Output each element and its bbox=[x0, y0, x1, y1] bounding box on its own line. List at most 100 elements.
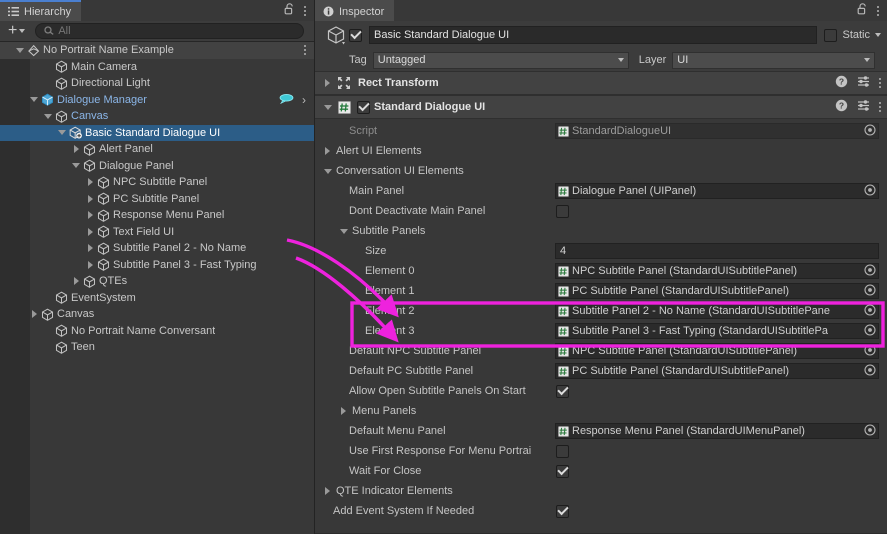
chevron-right-icon[interactable]: › bbox=[302, 94, 306, 106]
object-field-element-2[interactable]: Subtitle Panel 2 - No Name (StandardUISu… bbox=[555, 303, 879, 319]
preset-icon[interactable] bbox=[857, 99, 870, 115]
object-picker-icon[interactable] bbox=[864, 324, 876, 338]
hierarchy-item-qtes[interactable]: QTEs bbox=[0, 273, 314, 290]
object-picker-icon[interactable] bbox=[864, 424, 876, 438]
component-enabled-checkbox[interactable] bbox=[357, 100, 370, 114]
hierarchy-item-directional-light[interactable]: Directional Light bbox=[0, 75, 314, 92]
inspector-tabbar: Inspector bbox=[315, 0, 887, 21]
twisty-down-icon[interactable] bbox=[70, 163, 82, 169]
hierarchy-item-subtitle-panel-2-no-name[interactable]: Subtitle Panel 2 - No Name bbox=[0, 240, 314, 257]
twisty-right-icon[interactable] bbox=[84, 227, 96, 236]
static-checkbox[interactable] bbox=[824, 28, 838, 42]
twisty-right-icon[interactable] bbox=[28, 310, 40, 319]
hierarchy-item-subtitle-panel-3-fast-typing[interactable]: Subtitle Panel 3 - Fast Typing bbox=[0, 257, 314, 274]
checkbox-allow-open-subtitle-panels-on-start[interactable] bbox=[556, 384, 569, 398]
object-picker-icon[interactable] bbox=[864, 304, 876, 318]
hierarchy-item-dialogue-manager[interactable]: Dialogue Manager › bbox=[0, 92, 314, 109]
foldout-arrow-icon[interactable] bbox=[321, 104, 334, 110]
object-picker-icon[interactable] bbox=[864, 284, 876, 298]
object-field-default-pc-subtitle-panel[interactable]: PC Subtitle Panel (StandardUISubtitlePan… bbox=[555, 363, 879, 379]
gameobject-enabled-checkbox[interactable] bbox=[349, 28, 362, 42]
object-field-element-0[interactable]: NPC Subtitle Panel (StandardUISubtitlePa… bbox=[555, 263, 879, 279]
hierarchy-item-basic-standard-dialogue-ui[interactable]: Basic Standard Dialogue UI bbox=[0, 124, 314, 141]
hierarchy-item-alert-panel[interactable]: Alert Panel bbox=[0, 141, 314, 158]
tabbar-space bbox=[81, 0, 284, 21]
kebab-menu-icon[interactable] bbox=[879, 77, 881, 89]
twisty-down-icon[interactable] bbox=[42, 113, 54, 119]
twisty-right-icon[interactable] bbox=[70, 145, 82, 154]
hierarchy-tree[interactable]: No Portrait Name Example Main Camera Direc… bbox=[0, 42, 314, 534]
object-field-script[interactable]: StandardDialogueUI bbox=[555, 123, 879, 139]
search-input[interactable]: All bbox=[35, 23, 304, 39]
kebab-menu-icon[interactable] bbox=[304, 5, 306, 17]
object-field-main-panel[interactable]: Dialogue Panel (UIPanel) bbox=[555, 183, 879, 199]
gameobject-name-field[interactable]: Basic Standard Dialogue UI bbox=[369, 26, 818, 44]
object-field-value: PC Subtitle Panel (StandardUISubtitlePan… bbox=[572, 365, 790, 377]
twisty-down-icon[interactable] bbox=[14, 47, 26, 53]
hierarchy-item-canvas[interactable]: Canvas bbox=[0, 108, 314, 125]
hierarchy-item-no-portrait-name-conversant[interactable]: No Portrait Name Conversant bbox=[0, 323, 314, 340]
property-row-use-first-response-for-menu-portrai: Use First Response For Menu Portrai bbox=[315, 441, 887, 461]
foldout-right-icon[interactable] bbox=[321, 147, 334, 155]
hierarchy-item-canvas[interactable]: Canvas bbox=[0, 306, 314, 323]
property-row-default-npc-subtitle-panel: Default NPC Subtitle Panel NPC Subtitle P… bbox=[315, 341, 887, 361]
twisty-right-icon[interactable] bbox=[70, 277, 82, 286]
hierarchy-tab-actions bbox=[284, 0, 314, 21]
object-picker-icon[interactable] bbox=[864, 364, 876, 378]
hierarchy-item-text-field-ui[interactable]: Text Field UI bbox=[0, 224, 314, 241]
hierarchy-item-dialogue-panel[interactable]: Dialogue Panel bbox=[0, 158, 314, 175]
hierarchy-item-no-portrait-name-example[interactable]: No Portrait Name Example bbox=[0, 42, 314, 59]
cs-script-icon bbox=[558, 345, 569, 357]
hierarchy-item-response-menu-panel[interactable]: Response Menu Panel bbox=[0, 207, 314, 224]
foldout-right-icon[interactable] bbox=[337, 407, 350, 415]
foldout-down-icon[interactable] bbox=[337, 228, 350, 234]
layer-dropdown[interactable]: UI bbox=[672, 51, 875, 69]
checkbox-add-event-system-if-needed[interactable] bbox=[556, 504, 569, 518]
chevron-down-icon[interactable] bbox=[875, 33, 881, 37]
object-field-element-1[interactable]: PC Subtitle Panel (StandardUISubtitlePan… bbox=[555, 283, 879, 299]
twisty-right-icon[interactable] bbox=[84, 194, 96, 203]
twisty-right-icon[interactable] bbox=[84, 244, 96, 253]
lock-open-icon[interactable] bbox=[284, 3, 295, 18]
hierarchy-item-npc-subtitle-panel[interactable]: NPC Subtitle Panel bbox=[0, 174, 314, 191]
number-field-size[interactable]: 4 bbox=[555, 243, 879, 259]
foldout-arrow-icon[interactable] bbox=[321, 79, 334, 87]
create-gameobject-button[interactable]: + bbox=[4, 23, 29, 39]
object-picker-icon[interactable] bbox=[864, 264, 876, 278]
object-field-default-npc-subtitle-panel[interactable]: NPC Subtitle Panel (StandardUISubtitlePa… bbox=[555, 343, 879, 359]
tab-inspector[interactable]: Inspector bbox=[315, 0, 395, 21]
kebab-menu-icon[interactable] bbox=[304, 44, 306, 56]
component-header-standard-dialogue-ui[interactable]: Standard Dialogue UI ? bbox=[315, 95, 887, 119]
object-picker-icon[interactable] bbox=[864, 124, 876, 138]
help-icon[interactable]: ? bbox=[835, 99, 848, 115]
help-icon[interactable]: ? bbox=[835, 75, 848, 91]
tag-dropdown[interactable]: Untagged bbox=[372, 51, 629, 69]
object-picker-icon[interactable] bbox=[864, 184, 876, 198]
object-picker-icon[interactable] bbox=[864, 344, 876, 358]
foldout-right-icon[interactable] bbox=[321, 487, 334, 495]
hierarchy-item-main-camera[interactable]: Main Camera bbox=[0, 59, 314, 76]
object-field-default-menu-panel[interactable]: Response Menu Panel (StandardUIMenuPanel… bbox=[555, 423, 879, 439]
twisty-down-icon[interactable] bbox=[28, 97, 40, 103]
component-actions: ? bbox=[835, 75, 881, 91]
static-toggle-group[interactable]: Static bbox=[824, 28, 881, 42]
twisty-down-icon[interactable] bbox=[56, 130, 68, 136]
hierarchy-item-pc-subtitle-panel[interactable]: PC Subtitle Panel bbox=[0, 191, 314, 208]
twisty-right-icon[interactable] bbox=[84, 211, 96, 220]
twisty-right-icon[interactable] bbox=[84, 178, 96, 187]
component-header-rect-transform[interactable]: Rect Transform ? bbox=[315, 71, 887, 95]
kebab-menu-icon[interactable] bbox=[877, 5, 879, 17]
checkbox-dont-deactivate-main-panel[interactable] bbox=[556, 204, 569, 218]
foldout-down-icon[interactable] bbox=[321, 168, 334, 174]
object-field-element-3[interactable]: Subtitle Panel 3 - Fast Typing (Standard… bbox=[555, 323, 879, 339]
lock-open-icon[interactable] bbox=[857, 3, 868, 18]
hierarchy-item-teen[interactable]: Teen bbox=[0, 339, 314, 356]
twisty-right-icon[interactable] bbox=[84, 260, 96, 269]
preset-icon[interactable] bbox=[857, 75, 870, 91]
checkbox-use-first-response-for-menu-portrai[interactable] bbox=[556, 444, 569, 458]
checkbox-wait-for-close[interactable] bbox=[556, 464, 569, 478]
hierarchy-item-eventsystem[interactable]: EventSystem bbox=[0, 290, 314, 307]
tab-hierarchy[interactable]: Hierarchy bbox=[0, 0, 82, 21]
kebab-menu-icon[interactable] bbox=[879, 101, 881, 113]
cube-plus-icon bbox=[68, 126, 83, 140]
